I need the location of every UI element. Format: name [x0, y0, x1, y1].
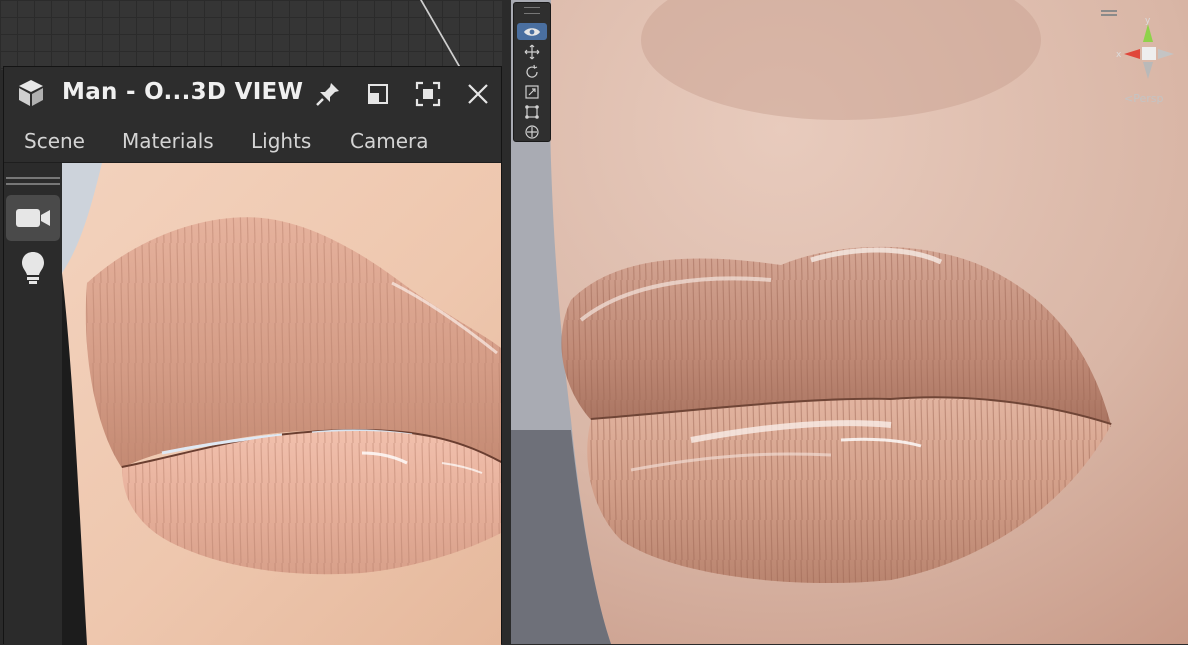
- close-icon[interactable]: [464, 80, 492, 108]
- scale-icon[interactable]: [517, 83, 547, 100]
- menu-scene[interactable]: Scene: [24, 129, 85, 153]
- cube-logo-icon: [16, 78, 46, 108]
- rotate-icon[interactable]: [517, 63, 547, 80]
- gizmo-y-label: y: [1145, 16, 1151, 26]
- transform-icon[interactable]: [517, 123, 547, 140]
- orientation-gizmo[interactable]: y x: [1112, 14, 1186, 88]
- scene-render: [511, 0, 1188, 644]
- projection-label[interactable]: <Persp: [1124, 92, 1163, 105]
- eye-icon[interactable]: [517, 23, 547, 40]
- chevron-left-icon: <: [1124, 92, 1134, 105]
- panel-separator[interactable]: [502, 0, 511, 644]
- rect-tool-icon[interactable]: [517, 103, 547, 120]
- panel-menubar: Scene Materials Lights Camera: [4, 119, 501, 163]
- light-bulb-icon[interactable]: [6, 245, 60, 291]
- camera-icon[interactable]: [6, 195, 60, 241]
- scene-viewport[interactable]: [511, 0, 1188, 644]
- restore-window-icon[interactable]: [364, 80, 392, 108]
- menu-materials[interactable]: Materials: [122, 129, 214, 153]
- toolbar-grip[interactable]: [524, 7, 540, 14]
- background-grid: [0, 0, 510, 70]
- left-toolstrip: [4, 163, 62, 645]
- toolstrip-grip[interactable]: [6, 177, 60, 185]
- 3d-view-viewport[interactable]: [62, 163, 501, 645]
- gizmo-x-label: x: [1116, 50, 1122, 60]
- 3d-view-panel: Man - O...3D VIEW Scene Materials Lights…: [3, 66, 502, 645]
- 3d-view-render: [62, 163, 501, 645]
- move-icon[interactable]: [517, 43, 547, 60]
- menu-lights[interactable]: Lights: [251, 129, 311, 153]
- projection-text: Persp: [1133, 92, 1164, 105]
- pin-icon[interactable]: [314, 80, 342, 108]
- menu-camera[interactable]: Camera: [350, 129, 429, 153]
- panel-title: Man - O...3D VIEW: [62, 79, 304, 105]
- scene-tools-toolbar: [513, 2, 551, 142]
- maximize-icon[interactable]: [414, 80, 442, 108]
- panel-titlebar[interactable]: Man - O...3D VIEW: [4, 67, 501, 119]
